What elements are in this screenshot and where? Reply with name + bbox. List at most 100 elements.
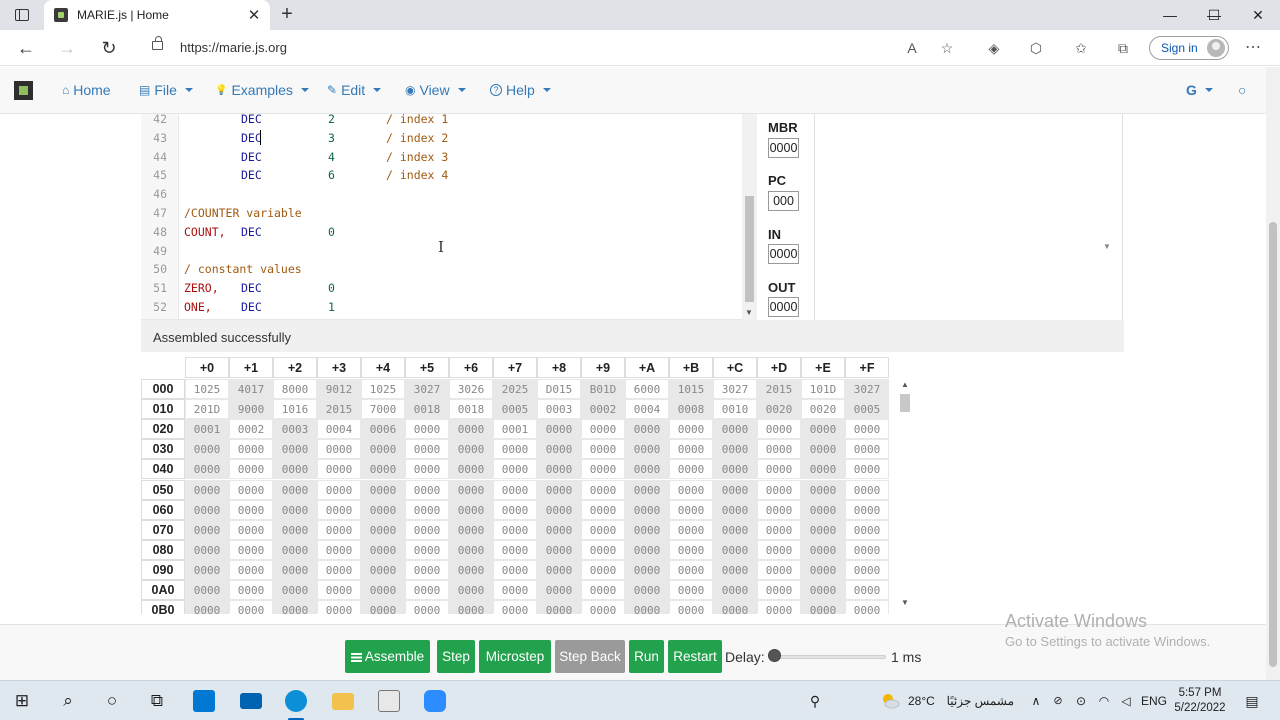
- code-opcode: DEC: [241, 300, 262, 314]
- memory-scroll-thumb[interactable]: [900, 394, 910, 412]
- forward-button[interactable]: →: [55, 37, 79, 59]
- editor-scroll-thumb[interactable]: [745, 196, 754, 302]
- code-line[interactable]: 47/COUNTER variable: [141, 204, 741, 223]
- nav-google-menu[interactable]: G: [1186, 82, 1213, 98]
- lock-icon[interactable]: [152, 36, 163, 50]
- windows-start-icon[interactable]: ⊞: [10, 689, 34, 713]
- cortana-icon[interactable]: ○: [100, 689, 124, 713]
- back-button[interactable]: ←: [14, 37, 38, 59]
- microsoft-store-icon[interactable]: [193, 690, 215, 712]
- microphone-icon[interactable]: ⊙: [1069, 689, 1093, 713]
- url-field[interactable]: https://marie.js.org: [180, 40, 287, 55]
- browser-essentials-icon[interactable]: ◈: [984, 38, 1004, 58]
- memory-cell: 0000: [273, 600, 317, 614]
- collections-icon[interactable]: ⧉: [1113, 38, 1133, 58]
- more-options-icon[interactable]: ⋯: [1243, 38, 1263, 58]
- sign-in-button[interactable]: Sign in: [1149, 36, 1229, 60]
- run-button[interactable]: Run: [629, 640, 664, 673]
- extensions-icon[interactable]: ⬡: [1026, 38, 1046, 58]
- code-line[interactable]: 43 DEC 3 / index 2: [141, 129, 741, 148]
- window-maximize-button[interactable]: ☐: [1192, 0, 1236, 30]
- nav-home[interactable]: ⌂ Home: [62, 82, 111, 98]
- favorites-icon[interactable]: ✩: [1071, 38, 1091, 58]
- memory-cell: 0000: [317, 519, 361, 540]
- notification-icon[interactable]: ▤: [1240, 689, 1264, 713]
- github-icon[interactable]: ○: [1238, 82, 1246, 98]
- search-icon[interactable]: ⌕: [56, 689, 80, 713]
- window-minimize-button-2[interactable]: —: [1148, 0, 1192, 30]
- memory-cell: 0000: [537, 600, 581, 614]
- output-log-panel[interactable]: ▼: [815, 114, 1123, 320]
- refresh-button[interactable]: ↻: [97, 37, 121, 59]
- nav-view[interactable]: ◉ View: [405, 82, 466, 98]
- step-back-button[interactable]: Step Back: [555, 640, 625, 673]
- code-line[interactable]: 44 DEC 4 / index 3: [141, 148, 741, 167]
- editor-scrollbar[interactable]: ▼: [742, 114, 757, 320]
- memory-cell: 0000: [801, 519, 845, 540]
- wifi-off-icon[interactable]: ⊘: [1046, 689, 1070, 713]
- page-scrollbar[interactable]: [1266, 67, 1280, 680]
- memory-cell: 0000: [581, 459, 625, 480]
- tab-close-icon[interactable]: ✕: [244, 6, 264, 24]
- assemble-button[interactable]: Assemble: [345, 640, 430, 673]
- scroll-down-arrow-icon[interactable]: ▼: [745, 308, 753, 317]
- delay-value: 1 ms: [891, 649, 922, 665]
- page-scroll-thumb[interactable]: [1269, 222, 1277, 667]
- memory-cell: 0000: [361, 600, 405, 614]
- people-icon[interactable]: ⚲: [803, 689, 827, 713]
- code-line[interactable]: 50 / constant values: [141, 260, 741, 279]
- favorite-add-icon[interactable]: ☆: [937, 38, 957, 58]
- nav-examples[interactable]: 💡 Examples: [215, 82, 309, 98]
- memory-column-header: +B: [669, 357, 713, 378]
- code-line[interactable]: 45 DEC 6 / index 4: [141, 166, 741, 185]
- register-in-value: 0000: [768, 244, 799, 264]
- code-line[interactable]: 51 ZERO, DEC 0: [141, 279, 741, 298]
- app-window-icon[interactable]: [378, 690, 400, 712]
- task-view-icon[interactable]: ⧉: [145, 689, 169, 713]
- marie-logo[interactable]: [14, 81, 33, 100]
- delay-slider-thumb[interactable]: [768, 649, 781, 662]
- network-icon[interactable]: ◠: [1092, 689, 1116, 713]
- zoom-icon[interactable]: [424, 690, 446, 712]
- status-bar: Assembled successfully: [141, 320, 1124, 352]
- memory-scrollbar[interactable]: ▲ ▼: [898, 380, 912, 612]
- microstep-button[interactable]: Microstep: [479, 640, 551, 673]
- nav-file[interactable]: ▤ File: [139, 82, 193, 98]
- memory-cell: 0000: [801, 439, 845, 460]
- chevron-up-icon[interactable]: ∧: [1024, 689, 1048, 713]
- taskbar-clock[interactable]: 5:57 PM 5/22/2022: [1168, 686, 1232, 716]
- memory-column-header: +3: [317, 357, 361, 378]
- file-explorer-icon[interactable]: [332, 693, 354, 710]
- memory-cell: 0000: [229, 439, 273, 460]
- code-line[interactable]: 52 ONE, DEC 1: [141, 298, 741, 317]
- delay-slider-track[interactable]: [774, 655, 886, 659]
- browser-tab-active[interactable]: MARIE.js | Home ✕: [44, 0, 270, 30]
- memory-cell: 0000: [581, 559, 625, 580]
- code-opcode: DEC: [241, 130, 262, 145]
- nav-edit[interactable]: ✎ Edit: [327, 82, 382, 98]
- tab-actions-button[interactable]: [8, 5, 36, 25]
- weather-description[interactable]: مشمس جزئيًا: [944, 694, 1014, 708]
- scroll-up-arrow-icon[interactable]: ▲: [901, 380, 909, 389]
- memory-cell: 0000: [229, 559, 273, 580]
- restart-button[interactable]: Restart: [668, 640, 722, 673]
- code-line[interactable]: 42 DEC 2 / index 1: [141, 114, 741, 129]
- register-panel: MBR 0000 PC 000 IN 0000 OUT 0000: [762, 114, 810, 320]
- scroll-down-arrow-icon[interactable]: ▼: [901, 598, 909, 607]
- memory-cell: 0000: [449, 539, 493, 560]
- step-button[interactable]: Step: [437, 640, 475, 673]
- weather-temperature[interactable]: 28°C: [908, 694, 935, 708]
- memory-cell: 0002: [581, 399, 625, 420]
- mail-icon[interactable]: [240, 693, 262, 709]
- edge-browser-icon[interactable]: [285, 690, 307, 712]
- new-tab-button[interactable]: +: [276, 3, 298, 25]
- window-close-button[interactable]: ✕: [1236, 0, 1280, 30]
- read-aloud-icon[interactable]: A: [902, 38, 922, 58]
- code-line[interactable]: 46: [141, 185, 741, 204]
- volume-icon[interactable]: ◁: [1114, 689, 1138, 713]
- nav-help[interactable]: ? Help: [490, 82, 551, 98]
- language-indicator[interactable]: ENG: [1141, 694, 1167, 708]
- scroll-down-arrow-icon[interactable]: ▼: [1103, 242, 1111, 251]
- line-number: 46: [153, 187, 167, 202]
- code-editor[interactable]: 42 DEC 2 / index 1 43 DEC 3 / index 2 44 DEC 4 / in…: [141, 114, 757, 320]
